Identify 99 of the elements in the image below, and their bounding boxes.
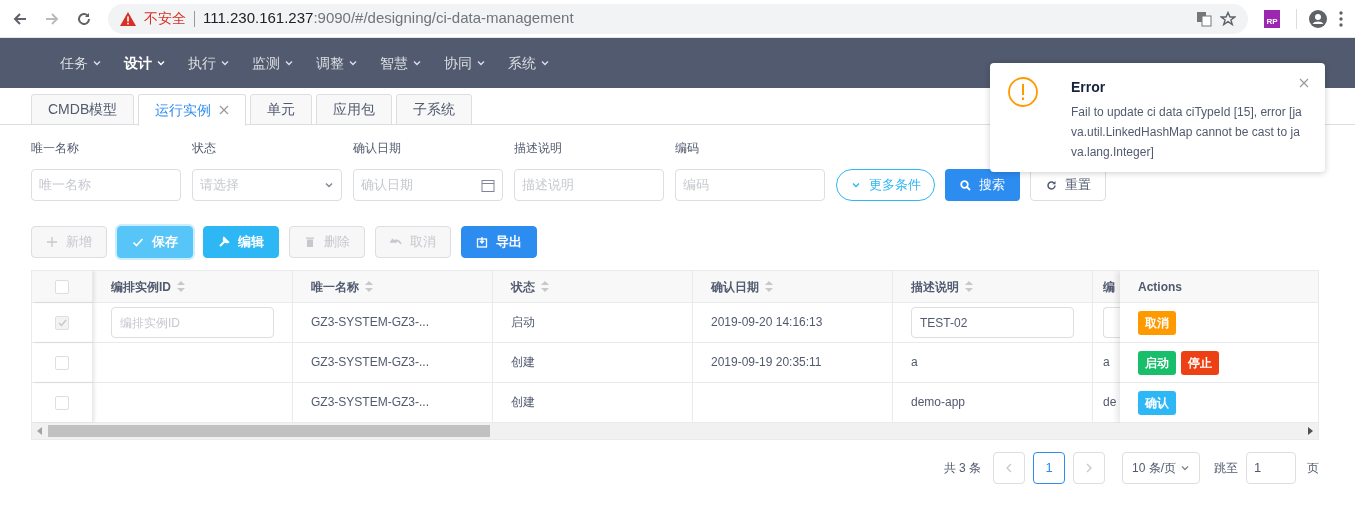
table-cell-text: demo-app: [911, 394, 966, 411]
bookmark-star-icon[interactable]: [1220, 10, 1236, 27]
chevron-down-icon: [284, 58, 294, 68]
export-icon: [476, 236, 488, 248]
add-icon: [46, 236, 58, 248]
edit-button[interactable]: 编辑: [203, 226, 279, 258]
tab[interactable]: 子系统: [396, 94, 473, 125]
horizontal-scrollbar[interactable]: [32, 423, 1318, 439]
filter-label: 描述说明: [514, 140, 563, 157]
column-header: 确认日期: [711, 278, 759, 296]
table-cell-text: 创建: [511, 394, 535, 411]
table-cell-text: GZ3-SYSTEM-GZ3-...: [311, 314, 429, 331]
notification-title: Error: [1071, 78, 1107, 97]
next-page-button[interactable]: [1073, 452, 1105, 484]
chevron-down-icon: [92, 58, 102, 68]
chevron-down-icon: [348, 58, 358, 68]
url-text: 111.230.161.237:9090/#/designing/ci-data-management: [203, 8, 574, 29]
chevron-down-icon: [1180, 463, 1190, 473]
chevron-down-icon: [540, 58, 550, 68]
tab[interactable]: CMDB模型: [31, 94, 135, 125]
close-icon[interactable]: [219, 105, 230, 115]
edit-icon: [218, 236, 230, 248]
column-header: 唯一名称: [311, 278, 359, 296]
nav-menu-item[interactable]: 智慧: [380, 52, 422, 74]
table-cell-text: 创建: [511, 354, 535, 371]
sort-icon[interactable]: [965, 281, 973, 292]
close-icon[interactable]: [1299, 78, 1309, 88]
nav-menu-item[interactable]: 调整: [316, 52, 358, 74]
filter-label: 确认日期: [353, 140, 402, 157]
nav-menu-item[interactable]: 协同: [444, 52, 486, 74]
table-cell-text: a: [911, 354, 918, 371]
checkbox[interactable]: [55, 279, 69, 294]
table-cell-text: 启动: [511, 314, 535, 331]
checkbox[interactable]: [55, 395, 69, 410]
reload-icon[interactable]: [76, 10, 92, 27]
nav-menu-item[interactable]: 执行: [188, 52, 230, 74]
table-cell-text: 2019-09-20 14:16:13: [711, 314, 823, 331]
chevron-down-icon: [324, 180, 334, 190]
account-icon[interactable]: [1309, 9, 1327, 28]
chevron-down-icon: [220, 58, 230, 68]
tab[interactable]: 单元: [250, 94, 313, 125]
translate-icon[interactable]: [1196, 10, 1212, 27]
forward-icon[interactable]: [44, 10, 60, 27]
table-cell-text: de: [1103, 394, 1117, 411]
table-cell-text: a: [1103, 354, 1110, 371]
page-suffix: 页: [1307, 460, 1319, 477]
tab[interactable]: 运行实例: [138, 94, 247, 126]
column-header: 编排实例ID: [111, 278, 171, 296]
chevron-down-icon: [476, 58, 486, 68]
security-label: 不安全: [144, 9, 186, 28]
nav-menu-item[interactable]: 系统: [508, 52, 550, 74]
delete-icon: [304, 236, 316, 248]
export-button[interactable]: 导出: [461, 226, 537, 258]
menu-icon[interactable]: [1339, 10, 1343, 27]
refresh-icon: [1045, 179, 1057, 191]
search-button[interactable]: 搜索: [945, 169, 1020, 201]
page-button[interactable]: 1: [1033, 452, 1065, 484]
filter-label: 编码: [675, 140, 700, 157]
nav-menu-item[interactable]: 监测: [252, 52, 294, 74]
tab[interactable]: 应用包: [316, 94, 393, 125]
column-header: 编: [1103, 278, 1115, 296]
column-header: Actions: [1138, 278, 1182, 296]
extension-icon[interactable]: RP: [1264, 9, 1280, 28]
action-button[interactable]: 确认: [1138, 390, 1176, 415]
column-header: 描述说明: [911, 278, 959, 296]
total-count: 共 3 条: [943, 460, 981, 477]
sort-icon[interactable]: [177, 281, 185, 292]
warning-icon: [120, 11, 136, 26]
table-cell-text: GZ3-SYSTEM-GZ3-...: [311, 354, 429, 371]
nav-menu-item[interactable]: 任务: [60, 52, 102, 74]
action-button[interactable]: 停止: [1181, 350, 1219, 375]
chevron-down-icon: [850, 180, 861, 190]
more-button[interactable]: 更多条件: [836, 169, 935, 201]
table-cell-text: GZ3-SYSTEM-GZ3-...: [311, 394, 429, 411]
page-jump-field[interactable]: 1: [1246, 452, 1296, 484]
column-header: 状态: [511, 278, 535, 296]
page-size-select[interactable]: 10 条/页: [1122, 452, 1200, 484]
sort-icon[interactable]: [541, 281, 549, 292]
notification-message: Fail to update ci data ciTypeId [15], error [java.util.LinkedHashMap cannot be cast to java.lang.Integer]: [1071, 104, 1303, 161]
checkbox[interactable]: [55, 355, 69, 370]
sort-icon[interactable]: [765, 281, 773, 292]
save-icon: [132, 236, 144, 248]
filter-label: 状态: [192, 140, 217, 157]
table-cell-text: 2019-09-19 20:35:11: [711, 354, 822, 371]
chevron-down-icon: [412, 58, 422, 68]
nav-menu-item[interactable]: 设计: [124, 52, 166, 74]
filter-label: 唯一名称: [31, 140, 80, 157]
warning-icon: [1008, 77, 1038, 107]
chevron-right-icon: [1086, 463, 1092, 473]
chevron-left-icon: [1006, 463, 1012, 473]
sort-icon[interactable]: [365, 281, 373, 292]
address-bar[interactable]: 不安全 111.230.161.237:9090/#/designing/ci-data-management: [108, 3, 1248, 34]
back-icon[interactable]: [12, 10, 28, 27]
previous-page-button[interactable]: [993, 452, 1025, 484]
search-icon: [960, 179, 971, 191]
jump-label: 跳至: [1214, 460, 1238, 477]
calendar-icon: [481, 178, 495, 192]
chevron-down-icon: [156, 58, 166, 68]
action-button[interactable]: 启动: [1138, 350, 1176, 375]
